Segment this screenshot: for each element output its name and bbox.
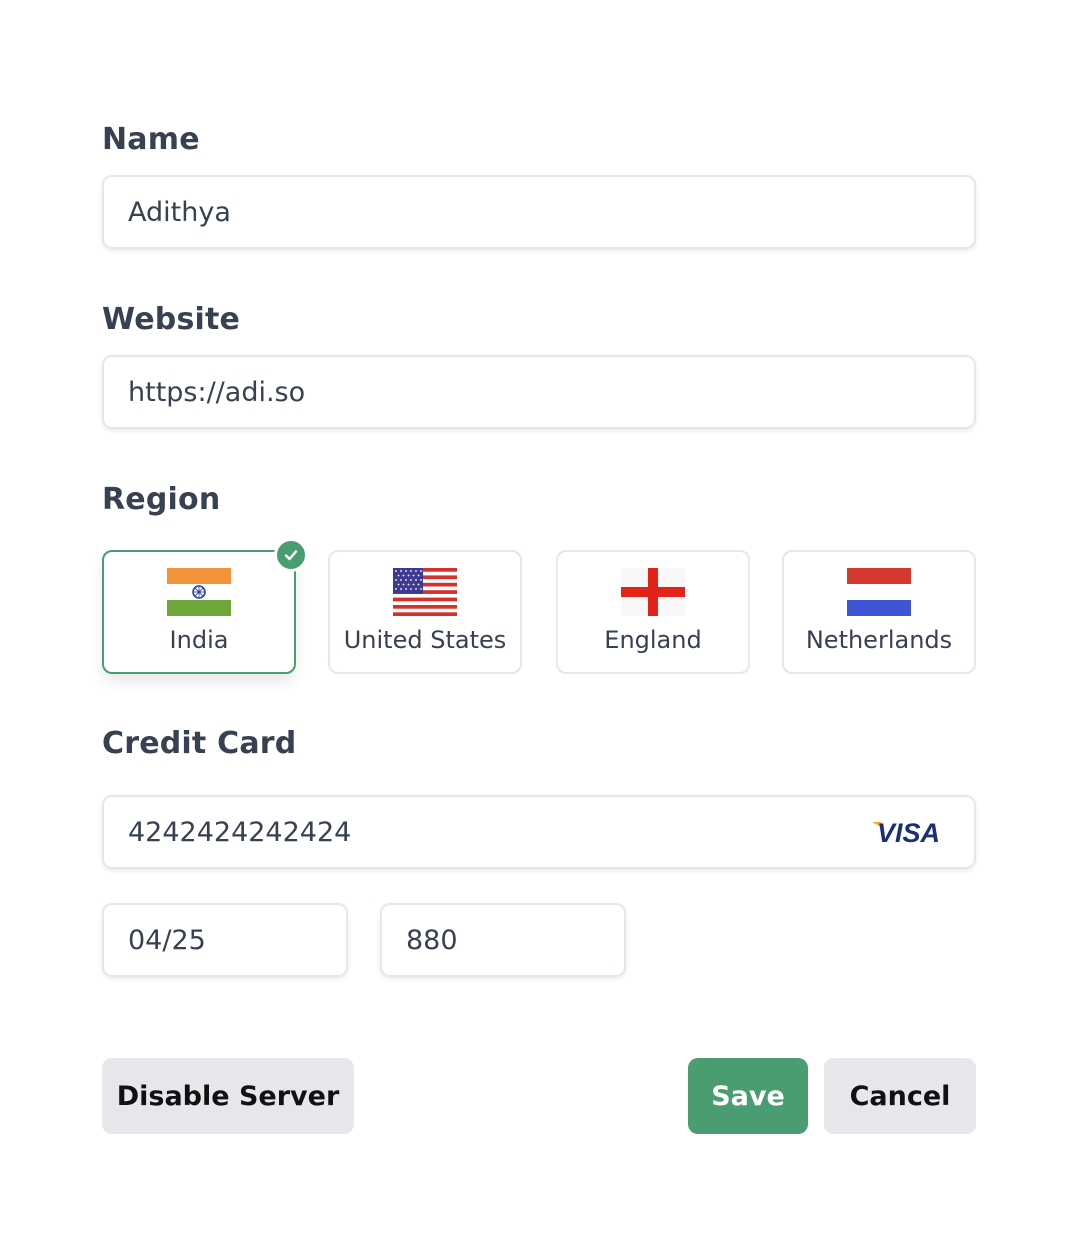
- disable-server-button[interactable]: Disable Server: [102, 1058, 354, 1134]
- india-flag-icon: [167, 568, 231, 616]
- visa-logo-icon: VISA: [872, 818, 940, 847]
- expiry-input[interactable]: 04/25: [102, 903, 348, 977]
- selected-check-icon: [274, 538, 308, 572]
- website-label: Website: [102, 302, 241, 337]
- website-input[interactable]: https://adi.so: [102, 355, 976, 429]
- credit-card-label: Credit Card: [102, 726, 297, 761]
- region-option-england[interactable]: England: [556, 550, 750, 674]
- card-number-value: 4242424242424: [128, 816, 352, 848]
- region-option-netherlands[interactable]: Netherlands: [782, 550, 976, 674]
- cancel-button[interactable]: Cancel: [824, 1058, 976, 1134]
- name-value: Adithya: [128, 196, 231, 228]
- region-option-united-states[interactable]: United States: [328, 550, 522, 674]
- us-flag-icon: [393, 568, 457, 616]
- england-flag-icon: [621, 568, 685, 616]
- expiry-value: 04/25: [128, 924, 206, 956]
- name-input[interactable]: Adithya: [102, 175, 976, 249]
- region-option-label: England: [604, 626, 702, 654]
- card-number-input[interactable]: 4242424242424 VISA: [102, 795, 976, 869]
- region-option-label: United States: [343, 626, 507, 654]
- region-option-label: Netherlands: [805, 626, 953, 654]
- save-button[interactable]: Save: [688, 1058, 808, 1134]
- region-option-label: India: [169, 626, 229, 654]
- region-label: Region: [102, 482, 221, 517]
- cvc-value: 880: [406, 924, 458, 956]
- region-option-india[interactable]: India: [102, 538, 308, 674]
- netherlands-flag-icon: [847, 568, 911, 616]
- cvc-input[interactable]: 880: [380, 903, 626, 977]
- name-label: Name: [102, 122, 200, 157]
- visa-logo-text: VISA: [877, 818, 940, 847]
- website-value: https://adi.so: [128, 376, 306, 408]
